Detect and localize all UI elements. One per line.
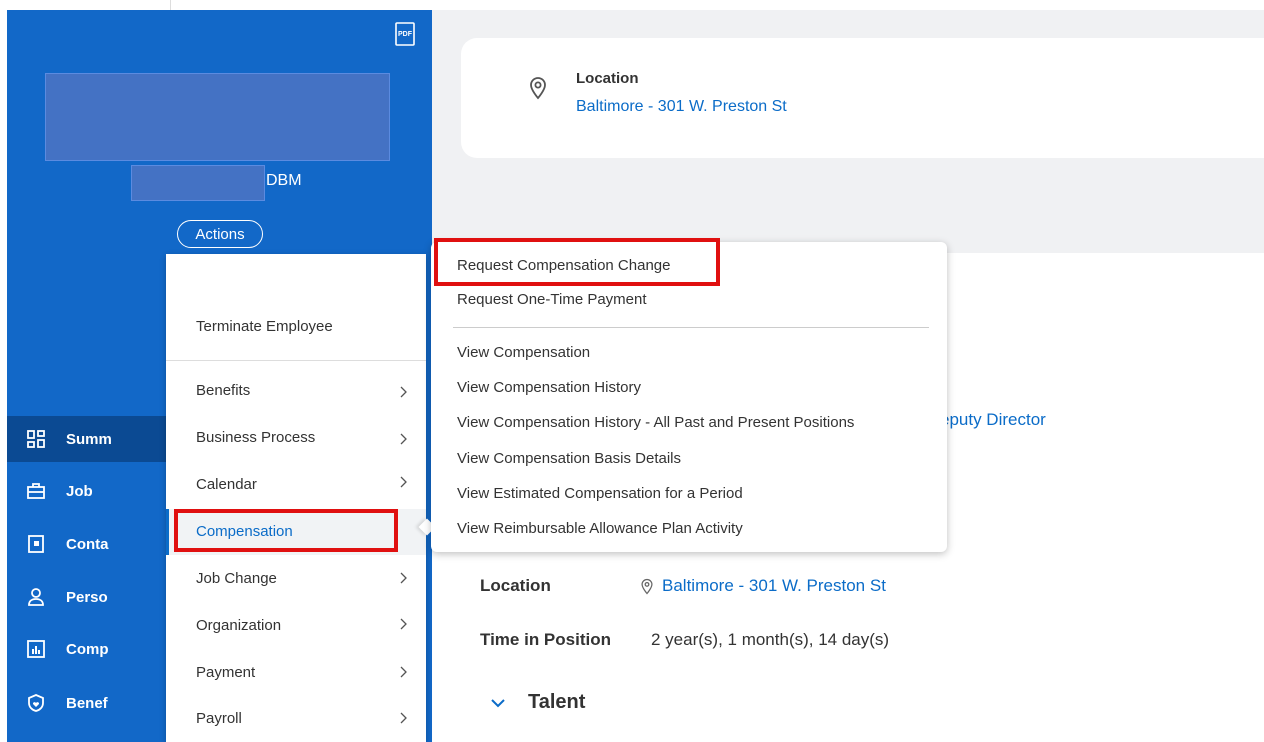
chevron-right-icon: [400, 666, 407, 678]
location-field-label: Location: [480, 576, 551, 595]
location-pin-icon: [641, 578, 653, 594]
worker-name-suffix: DBM: [266, 172, 302, 189]
selected-indicator: [166, 509, 169, 555]
nav-label-summary: Summ: [66, 430, 112, 448]
nav-item-benefits[interactable]: Benef: [7, 680, 167, 726]
menu-item-terminate-employee[interactable]: Terminate Employee: [196, 318, 333, 335]
nav-item-personal[interactable]: Perso: [7, 574, 167, 620]
nav-label-contact: Conta: [66, 535, 109, 553]
submenu-item-view-estimated-compensation[interactable]: View Estimated Compensation for a Period: [457, 485, 743, 502]
menu-item-payroll[interactable]: Payroll: [196, 710, 242, 727]
submenu-item-request-one-time-payment[interactable]: Request One-Time Payment: [457, 291, 647, 308]
nav-label-personal: Perso: [66, 588, 108, 606]
submenu-item-view-compensation[interactable]: View Compensation: [457, 344, 590, 361]
location-field-link[interactable]: Baltimore - 301 W. Preston St: [640, 576, 886, 596]
deputy-director-link[interactable]: eputy Director: [940, 410, 1046, 430]
svg-text:PDF: PDF: [398, 31, 413, 38]
location-pin-icon: [530, 77, 546, 100]
chevron-right-icon: [400, 386, 407, 398]
pdf-icon[interactable]: PDF: [395, 22, 415, 46]
chevron-right-icon: [400, 572, 407, 584]
location-card-title: Location: [576, 70, 639, 87]
location-field-value[interactable]: Baltimore - 301 W. Preston St: [662, 576, 886, 596]
redacted-name: [131, 165, 265, 201]
nav-item-contact[interactable]: Conta: [7, 521, 167, 567]
chart-icon: [26, 639, 46, 659]
menu-item-business-process[interactable]: Business Process: [196, 429, 315, 446]
nav-item-job[interactable]: Job: [7, 468, 167, 514]
highlight-compensation: [174, 509, 398, 552]
talent-section-heading[interactable]: Talent: [528, 691, 585, 714]
briefcase-icon: [26, 481, 46, 501]
menu-item-calendar[interactable]: Calendar: [196, 476, 257, 493]
nav-item-summary[interactable]: Summ: [7, 416, 167, 462]
location-card-link[interactable]: Baltimore - 301 W. Preston St: [576, 98, 787, 116]
highlight-request-compensation-change: [434, 238, 720, 286]
chevron-right-icon: [400, 712, 407, 724]
submenu-item-view-compensation-history[interactable]: View Compensation History: [457, 379, 641, 396]
menu-item-organization[interactable]: Organization: [196, 617, 281, 634]
top-bar: [0, 0, 1264, 10]
top-divider-tick: [170, 0, 171, 10]
compensation-submenu: Request Compensation Change Request One-…: [431, 242, 947, 552]
submenu-item-view-compensation-basis-details[interactable]: View Compensation Basis Details: [457, 450, 681, 467]
nav-item-compensation[interactable]: Comp: [7, 626, 167, 672]
contact-card-icon: [26, 534, 46, 554]
grid-icon: [26, 429, 46, 449]
chevron-down-icon[interactable]: [490, 696, 506, 710]
submenu-divider: [453, 327, 929, 328]
menu-divider: [166, 360, 426, 361]
chevron-right-icon: [400, 618, 407, 630]
nav-label-job: Job: [66, 482, 93, 500]
menu-item-job-change[interactable]: Job Change: [196, 570, 277, 587]
actions-button[interactable]: Actions: [177, 220, 263, 248]
menu-item-payment[interactable]: Payment: [196, 664, 255, 681]
menu-item-benefits[interactable]: Benefits: [196, 382, 250, 399]
time-in-position-value: 2 year(s), 1 month(s), 14 day(s): [651, 630, 890, 649]
submenu-item-view-reimbursable-allowance[interactable]: View Reimbursable Allowance Plan Activit…: [457, 520, 743, 537]
nav-label-compensation: Comp: [66, 640, 109, 658]
nav-label-benefits: Benef: [66, 694, 108, 712]
person-icon: [26, 587, 46, 607]
time-in-position-label: Time in Position: [480, 630, 611, 649]
submenu-item-view-compensation-history-all[interactable]: View Compensation History - All Past and…: [457, 414, 854, 431]
chevron-right-icon: [400, 476, 407, 488]
actions-menu: Terminate Employee Benefits Business Pro…: [166, 254, 426, 742]
chevron-right-icon: [400, 433, 407, 445]
redacted-photo: [45, 73, 390, 161]
shield-icon: [26, 693, 46, 713]
